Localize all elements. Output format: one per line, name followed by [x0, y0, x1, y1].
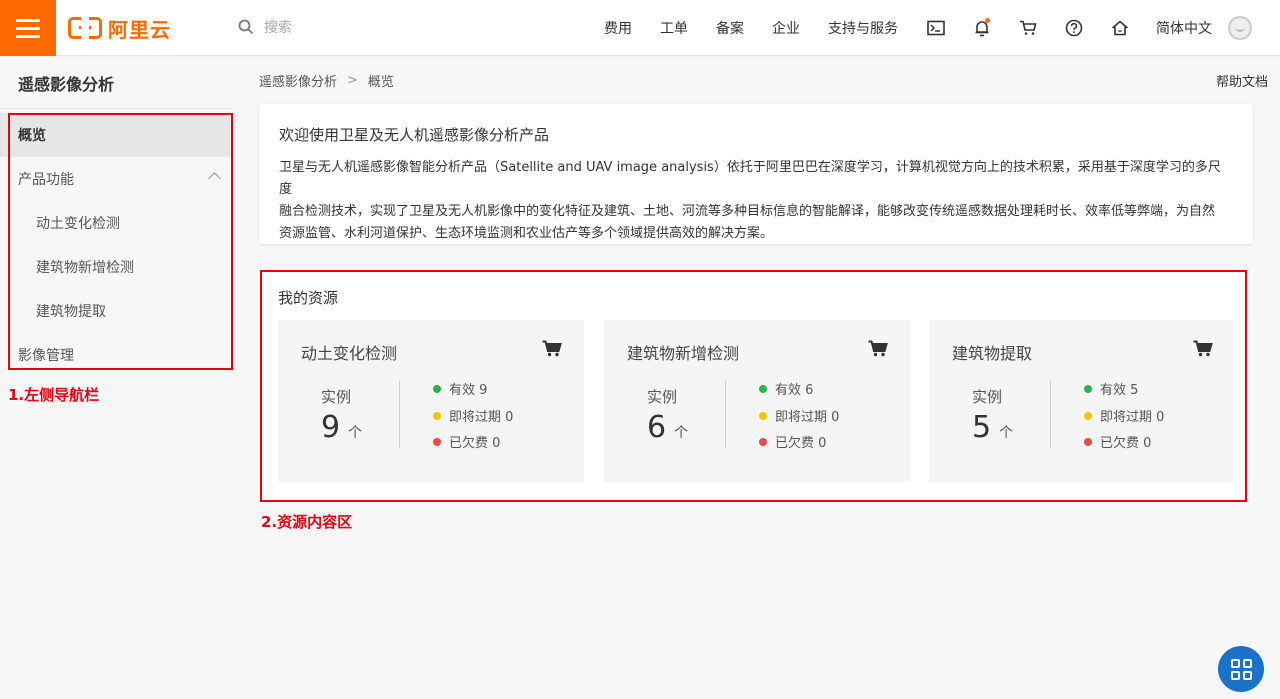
search-box[interactable]: 搜索: [238, 17, 292, 37]
grid-icon[interactable]: [1218, 646, 1264, 692]
nav-support[interactable]: 支持与服务: [828, 18, 898, 38]
annotation-box-nav: [8, 113, 233, 370]
nav-fees[interactable]: 费用: [604, 18, 632, 38]
cart-icon[interactable]: [1018, 18, 1038, 38]
bell-icon[interactable]: [972, 18, 992, 38]
breadcrumb: 遥感影像分析 > 概览: [259, 71, 394, 90]
welcome-line: 卫星与无人机遥感影像智能分析产品（Satellite and UAV image…: [279, 160, 1221, 197]
breadcrumb-current: 概览: [367, 75, 394, 90]
help-icon[interactable]: [1064, 18, 1084, 38]
menu-icon[interactable]: [0, 0, 56, 56]
help-docs-link[interactable]: 帮助文档: [1216, 71, 1268, 90]
sidebar-title: 遥感影像分析: [0, 57, 233, 109]
nav-enterprise[interactable]: 企业: [772, 18, 800, 38]
top-nav: 费用 工单 备案 企业 支持与服务 简体中文: [604, 0, 1280, 56]
welcome-line: 资源监管、水利河道保护、生态环境监测和农业估产等多个领域提供高效的解决方案。: [279, 226, 774, 241]
breadcrumb-root[interactable]: 遥感影像分析: [259, 71, 337, 90]
welcome-description: 卫星与无人机遥感影像智能分析产品（Satellite and UAV image…: [279, 157, 1233, 245]
annotation-box-content: [260, 270, 1247, 502]
language-switch[interactable]: 简体中文: [1156, 18, 1212, 38]
breadcrumb-separator: >: [347, 73, 358, 88]
welcome-title: 欢迎使用卫星及无人机遥感影像分析产品: [279, 126, 550, 144]
top-bar: 阿里云 搜索 费用 工单 备案 企业 支持与服务 简体中文: [0, 0, 1280, 56]
nav-tickets[interactable]: 工单: [660, 18, 688, 38]
search-icon: [238, 19, 254, 35]
annotation-label-content: 2.资源内容区: [261, 513, 353, 531]
logo-text: 阿里云: [108, 17, 171, 42]
terminal-icon[interactable]: [926, 18, 946, 38]
welcome-card: 欢迎使用卫星及无人机遥感影像分析产品 卫星与无人机遥感影像智能分析产品（Sate…: [259, 104, 1253, 244]
notification-dot: [985, 18, 990, 23]
search-input[interactable]: 搜索: [264, 17, 292, 37]
avatar[interactable]: [1228, 16, 1252, 40]
nav-icp[interactable]: 备案: [716, 18, 744, 38]
annotation-label-nav: 1.左侧导航栏: [8, 386, 100, 404]
home-icon[interactable]: [1110, 18, 1130, 38]
logo[interactable]: 阿里云: [68, 14, 171, 42]
aliyun-logo-icon: [68, 16, 102, 40]
welcome-line: 融合检测技术，实现了卫星及无人机影像中的变化特征及建筑、土地、河流等多种目标信息…: [279, 204, 1216, 219]
